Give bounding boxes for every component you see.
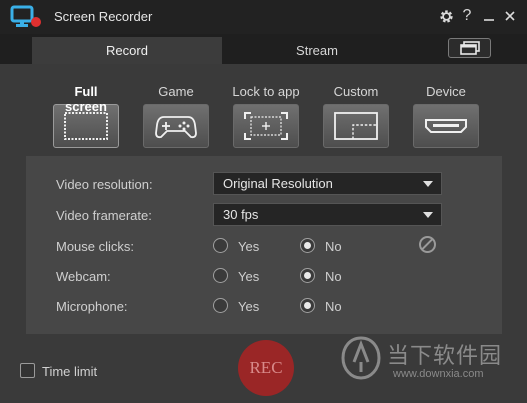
webcam-yes-label: Yes xyxy=(238,269,260,284)
mode-custom-label: Custom xyxy=(333,84,379,99)
chevron-down-icon xyxy=(423,181,433,187)
gear-icon xyxy=(439,9,453,23)
help-icon: ? xyxy=(462,7,472,24)
video-resolution-label: Video resolution: xyxy=(56,177,153,192)
watermark-logo-icon xyxy=(341,336,381,380)
video-framerate-value: 30 fps xyxy=(223,207,259,222)
video-resolution-value: Original Resolution xyxy=(223,176,333,191)
webcam-no-radio[interactable] xyxy=(300,268,315,283)
app-logo-icon xyxy=(10,5,41,27)
close-icon xyxy=(505,11,515,21)
mode-game-label: Game xyxy=(158,84,194,99)
mode-device-label: Device xyxy=(426,84,466,99)
video-resolution-dropdown[interactable]: Original Resolution xyxy=(213,172,442,195)
mode-full-screen[interactable]: Full screen xyxy=(52,84,120,148)
video-framerate-dropdown[interactable]: 30 fps xyxy=(213,203,442,226)
tab-record[interactable]: Record xyxy=(32,37,222,64)
mode-full-screen-label: Full screen xyxy=(65,84,107,114)
disabled-icon[interactable] xyxy=(419,236,436,253)
microphone-no-radio[interactable] xyxy=(300,298,315,313)
gamepad-icon xyxy=(143,104,209,148)
tab-stream[interactable]: Stream xyxy=(222,37,412,64)
mouse-clicks-no-radio[interactable] xyxy=(300,238,315,253)
video-framerate-label: Video framerate: xyxy=(56,208,152,223)
lock-to-app-icon xyxy=(233,104,299,148)
webcam-yes-radio[interactable] xyxy=(213,268,228,283)
time-limit-label: Time limit xyxy=(42,364,98,379)
watermark-url: www.downxia.com xyxy=(393,368,484,380)
window-title: Screen Recorder xyxy=(54,9,153,24)
preview-window-button[interactable] xyxy=(448,38,491,58)
microphone-no-label: No xyxy=(325,299,342,314)
mode-game[interactable]: Game xyxy=(142,84,210,148)
microphone-yes-radio[interactable] xyxy=(213,298,228,313)
rec-button[interactable]: REC xyxy=(238,340,294,396)
hdmi-device-icon xyxy=(413,104,479,148)
webcam-label: Webcam: xyxy=(56,269,111,284)
minimize-icon xyxy=(484,19,494,21)
chevron-down-icon xyxy=(423,212,433,218)
full-screen-icon xyxy=(53,104,119,148)
mode-custom[interactable]: Custom xyxy=(322,84,390,148)
mode-lock-to-app[interactable]: Lock to app xyxy=(232,84,300,148)
help-button[interactable]: ? xyxy=(457,6,477,26)
windows-icon xyxy=(459,41,480,55)
mouse-clicks-no-label: No xyxy=(325,239,342,254)
settings-button[interactable] xyxy=(436,6,456,26)
minimize-button[interactable] xyxy=(479,6,499,26)
mode-lock-to-app-label: Lock to app xyxy=(232,84,300,99)
microphone-label: Microphone: xyxy=(56,299,128,314)
close-button[interactable] xyxy=(500,6,520,26)
watermark-text: 当下软件园 xyxy=(387,344,503,369)
time-limit-checkbox[interactable] xyxy=(20,363,35,378)
microphone-yes-label: Yes xyxy=(238,299,260,314)
mode-device[interactable]: Device xyxy=(412,84,480,148)
mouse-clicks-label: Mouse clicks: xyxy=(56,239,135,254)
mouse-clicks-yes-label: Yes xyxy=(238,239,260,254)
custom-region-icon xyxy=(323,104,389,148)
mouse-clicks-yes-radio[interactable] xyxy=(213,238,228,253)
webcam-no-label: No xyxy=(325,269,342,284)
